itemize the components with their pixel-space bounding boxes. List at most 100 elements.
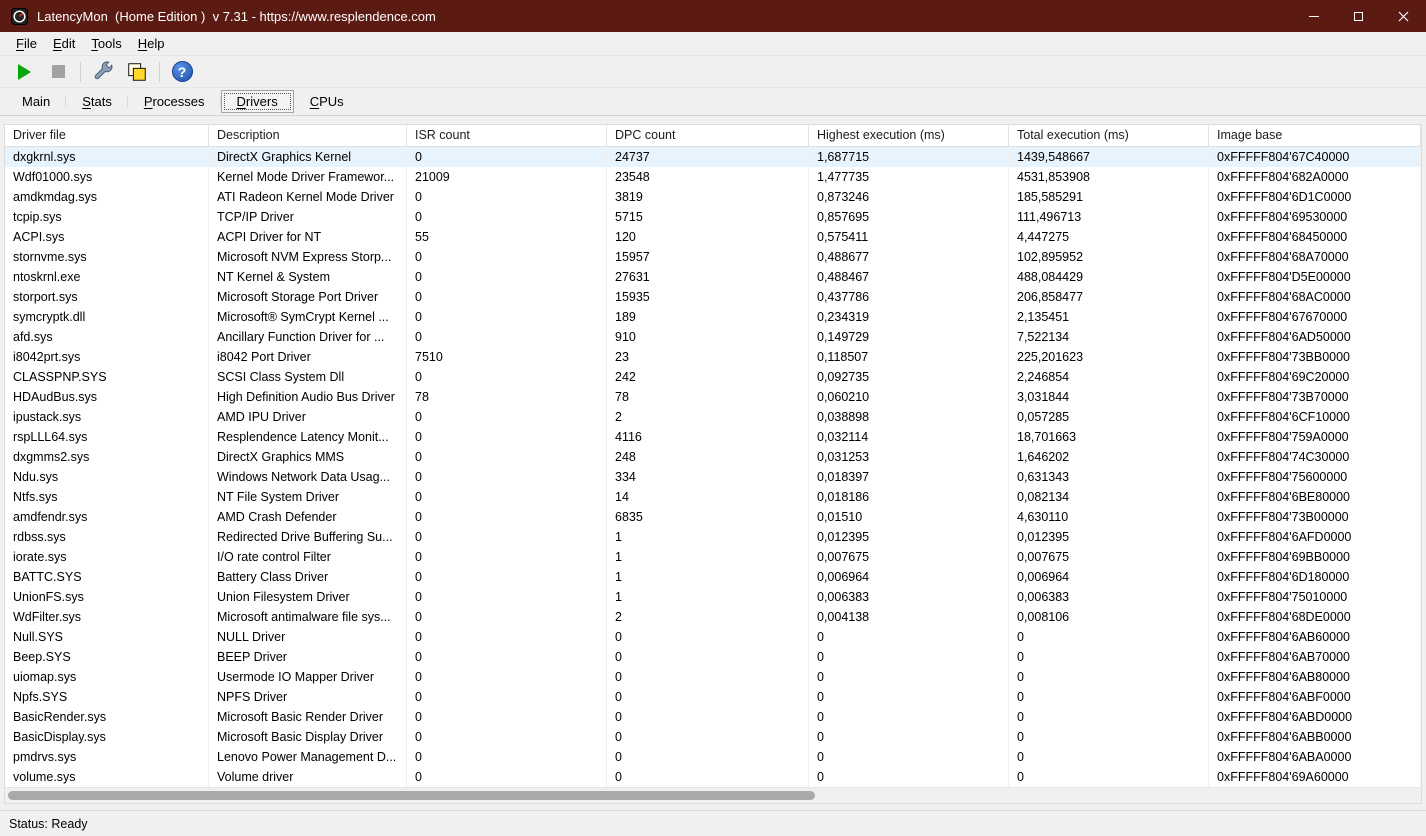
table-row[interactable]: afd.sys Ancillary Function Driver for ...… [5,327,1421,347]
table-row[interactable]: iorate.sys I/O rate control Filter 0 1 0,007… [5,547,1421,567]
table-row[interactable]: storport.sys Microsoft Storage Port Drive… [5,287,1421,307]
table-cell: 0xFFFFF804'6ABB0000 [1209,727,1421,747]
table-row[interactable]: stornvme.sys Microsoft NVM Express Storp.… [5,247,1421,267]
table-row[interactable]: tcpip.sys TCP/IP Driver 0 5715 0,857695 111,4… [5,207,1421,227]
table-cell: rdbss.sys [5,527,209,547]
table-cell: 0,007675 [1009,547,1209,567]
table-cell: 1 [607,567,809,587]
table-cell: DirectX Graphics MMS [209,447,407,467]
table-cell: 0 [407,547,607,567]
table-row[interactable]: Null.SYS NULL Driver 0 0 0 0 0xFFFFF804'6AB600… [5,627,1421,647]
table-row[interactable]: ipustack.sys AMD IPU Driver 0 2 0,038898 0,05… [5,407,1421,427]
menu-item-edit[interactable]: Edit [45,33,83,54]
table-cell: 0 [407,567,607,587]
table-row[interactable]: pmdrvs.sys Lenovo Power Management D... 0 0… [5,747,1421,767]
table-cell: 0xFFFFF804'D5E00000 [1209,267,1421,287]
copy-report-button[interactable] [123,59,151,85]
table-cell: 0 [607,767,809,787]
table-row[interactable]: i8042prt.sys i8042 Port Driver 7510 23 0,118… [5,347,1421,367]
tab-cpus[interactable]: CPUs [294,90,360,113]
tab-processes[interactable]: Processes [128,90,221,113]
table-cell: Ntfs.sys [5,487,209,507]
table-cell: i8042prt.sys [5,347,209,367]
table-row[interactable]: ACPI.sys ACPI Driver for NT 55 120 0,575411 4… [5,227,1421,247]
table-row[interactable]: symcryptk.dll Microsoft® SymCrypt Kernel … [5,307,1421,327]
table-cell: 0 [407,427,607,447]
table-row[interactable]: UnionFS.sys Union Filesystem Driver 0 1 0,00… [5,587,1421,607]
menu-item-file[interactable]: File [8,33,45,54]
table-cell: CLASSPNP.SYS [5,367,209,387]
hscroll-thumb[interactable] [8,791,816,800]
table-cell: 1,646202 [1009,447,1209,467]
table-cell: 910 [607,327,809,347]
close-button[interactable] [1381,0,1426,32]
horizontal-scrollbar[interactable] [5,787,1421,803]
maximize-button[interactable] [1336,0,1381,32]
table-row[interactable]: volume.sys Volume driver 0 0 0 0 0xFFFFF804'69… [5,767,1421,787]
column-header[interactable]: Total execution (ms) [1009,125,1209,146]
table-cell: 0 [607,647,809,667]
table-row[interactable]: Wdf01000.sys Kernel Mode Driver Framewor.… [5,167,1421,187]
table-row[interactable]: rspLLL64.sys Resplendence Latency Monit..… [5,427,1421,447]
table-cell: 0xFFFFF804'682A0000 [1209,167,1421,187]
table-cell: 0xFFFFF804'68DE0000 [1209,607,1421,627]
table-cell: 7,522134 [1009,327,1209,347]
table-cell: 0 [407,367,607,387]
table-row[interactable]: BasicRender.sys Microsoft Basic Render Dr… [5,707,1421,727]
table-cell: 0,149729 [809,327,1009,347]
column-header[interactable]: ISR count [407,125,607,146]
table-cell: 1 [607,527,809,547]
column-header[interactable]: Driver file [5,125,209,146]
tab-drivers[interactable]: Drivers [220,90,294,113]
table-row[interactable]: WdFilter.sys Microsoft antimalware file s… [5,607,1421,627]
table-row[interactable]: rdbss.sys Redirected Drive Buffering Su..… [5,527,1421,547]
table-cell: 0,006383 [1009,587,1209,607]
table-row[interactable]: amdkmdag.sys ATI Radeon Kernel Mode Drive… [5,187,1421,207]
column-header[interactable]: Description [209,125,407,146]
table-cell: 0xFFFFF804'6ABF0000 [1209,687,1421,707]
table-cell: NPFS Driver [209,687,407,707]
table-cell: 0 [407,527,607,547]
stop-monitor-button[interactable] [44,59,72,85]
table-row[interactable]: HDAudBus.sys High Definition Audio Bus Dr… [5,387,1421,407]
table-cell: ATI Radeon Kernel Mode Driver [209,187,407,207]
table-cell: 4531,853908 [1009,167,1209,187]
table-cell: 0 [407,287,607,307]
table-cell: Kernel Mode Driver Framewor... [209,167,407,187]
column-header[interactable]: Image base [1209,125,1421,146]
table-row[interactable]: BATTC.SYS Battery Class Driver 0 1 0,006964 0… [5,567,1421,587]
menu-item-tools[interactable]: Tools [83,33,129,54]
table-row[interactable]: uiomap.sys Usermode IO Mapper Driver 0 0 0 0 0… [5,667,1421,687]
table-cell: 0xFFFFF804'74C30000 [1209,447,1421,467]
table-cell: 0xFFFFF804'759A0000 [1209,427,1421,447]
table-cell: 0xFFFFF804'69530000 [1209,207,1421,227]
column-header[interactable]: DPC count [607,125,809,146]
table-cell: Microsoft Basic Display Driver [209,727,407,747]
table-row[interactable]: Ntfs.sys NT File System Driver 0 14 0,018186… [5,487,1421,507]
table-row[interactable]: amdfendr.sys AMD Crash Defender 0 6835 0,015… [5,507,1421,527]
column-header[interactable]: Highest execution (ms) [809,125,1009,146]
table-row[interactable]: Ndu.sys Windows Network Data Usag... 0 334 0… [5,467,1421,487]
table-cell: 27631 [607,267,809,287]
tab-stats[interactable]: Stats [66,90,128,113]
table-row[interactable]: ntoskrnl.exe NT Kernel & System 0 27631 0,48… [5,267,1421,287]
table-cell: 248 [607,447,809,467]
tools-button[interactable] [89,59,117,85]
help-button[interactable] [168,59,196,85]
table-cell: TCP/IP Driver [209,207,407,227]
table-row[interactable]: dxgkrnl.sys DirectX Graphics Kernel 0 24737… [5,147,1421,167]
start-monitor-button[interactable] [10,59,38,85]
table-row[interactable]: Npfs.SYS NPFS Driver 0 0 0 0 0xFFFFF804'6ABF00… [5,687,1421,707]
table-cell: 21009 [407,167,607,187]
table-cell: i8042 Port Driver [209,347,407,367]
table-row[interactable]: Beep.SYS BEEP Driver 0 0 0 0 0xFFFFF804'6AB700… [5,647,1421,667]
table-cell: 0xFFFFF804'75600000 [1209,467,1421,487]
table-row[interactable]: BasicDisplay.sys Microsoft Basic Display … [5,727,1421,747]
tab-main[interactable]: Main [6,90,67,113]
title-bar[interactable]: LatencyMon (Home Edition ) v 7.31 - http… [0,0,1426,32]
table-row[interactable]: CLASSPNP.SYS SCSI Class System Dll 0 242 0,0… [5,367,1421,387]
table-row[interactable]: dxgmms2.sys DirectX Graphics MMS 0 248 0,031… [5,447,1421,467]
minimize-button[interactable] [1291,0,1336,32]
menu-item-help[interactable]: Help [130,33,173,54]
table-cell: 4116 [607,427,809,447]
